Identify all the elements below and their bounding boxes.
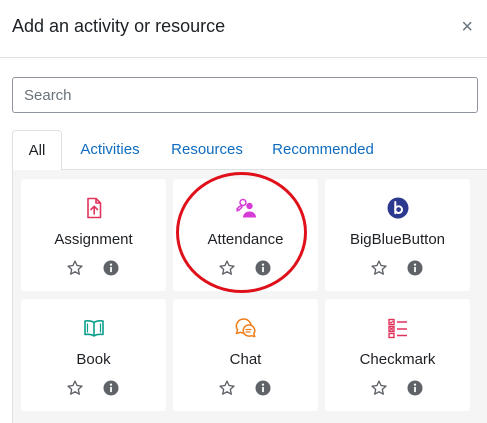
dialog-header: Add an activity or resource × [0,0,487,58]
book-icon [83,320,104,337]
module-label: BigBlueButton [349,231,446,248]
module-card-assignment[interactable]: Assignment [21,179,166,291]
star-icon[interactable] [66,259,84,277]
highlight-circle-annotation [176,172,307,293]
search-input[interactable] [12,77,478,113]
star-icon[interactable] [370,379,388,397]
star-icon[interactable] [218,379,236,397]
tab-resources[interactable]: Resources [166,130,248,170]
star-icon[interactable] [66,379,84,397]
tab-bar: All Activities Resources Recommended [12,130,487,171]
info-icon[interactable] [254,379,272,397]
module-card-checkmark[interactable]: Checkmark [325,299,470,411]
module-label: Book [76,351,111,368]
module-card-bigbluebutton[interactable]: BigBlueButton [325,179,470,291]
tab-recommended[interactable]: Recommended [268,130,378,170]
tab-activities[interactable]: Activities [70,130,150,170]
module-card-book[interactable]: Book [21,299,166,411]
module-label: Assignment [54,231,133,248]
info-icon[interactable] [102,259,120,277]
bigbluebutton-icon [387,197,408,219]
tab-all[interactable]: All [12,130,62,171]
info-icon[interactable] [406,259,424,277]
close-icon[interactable]: × [461,16,473,38]
dialog-title: Add an activity or resource [12,16,226,36]
checklist-icon [387,318,407,339]
module-label: Chat [229,351,262,368]
info-icon[interactable] [406,379,424,397]
chat-bubbles-icon [235,318,255,338]
info-icon[interactable] [102,379,120,397]
star-icon[interactable] [370,259,388,277]
assignment-upload-icon [86,197,101,219]
module-label: Checkmark [359,351,436,368]
module-card-chat[interactable]: Chat [173,299,318,411]
